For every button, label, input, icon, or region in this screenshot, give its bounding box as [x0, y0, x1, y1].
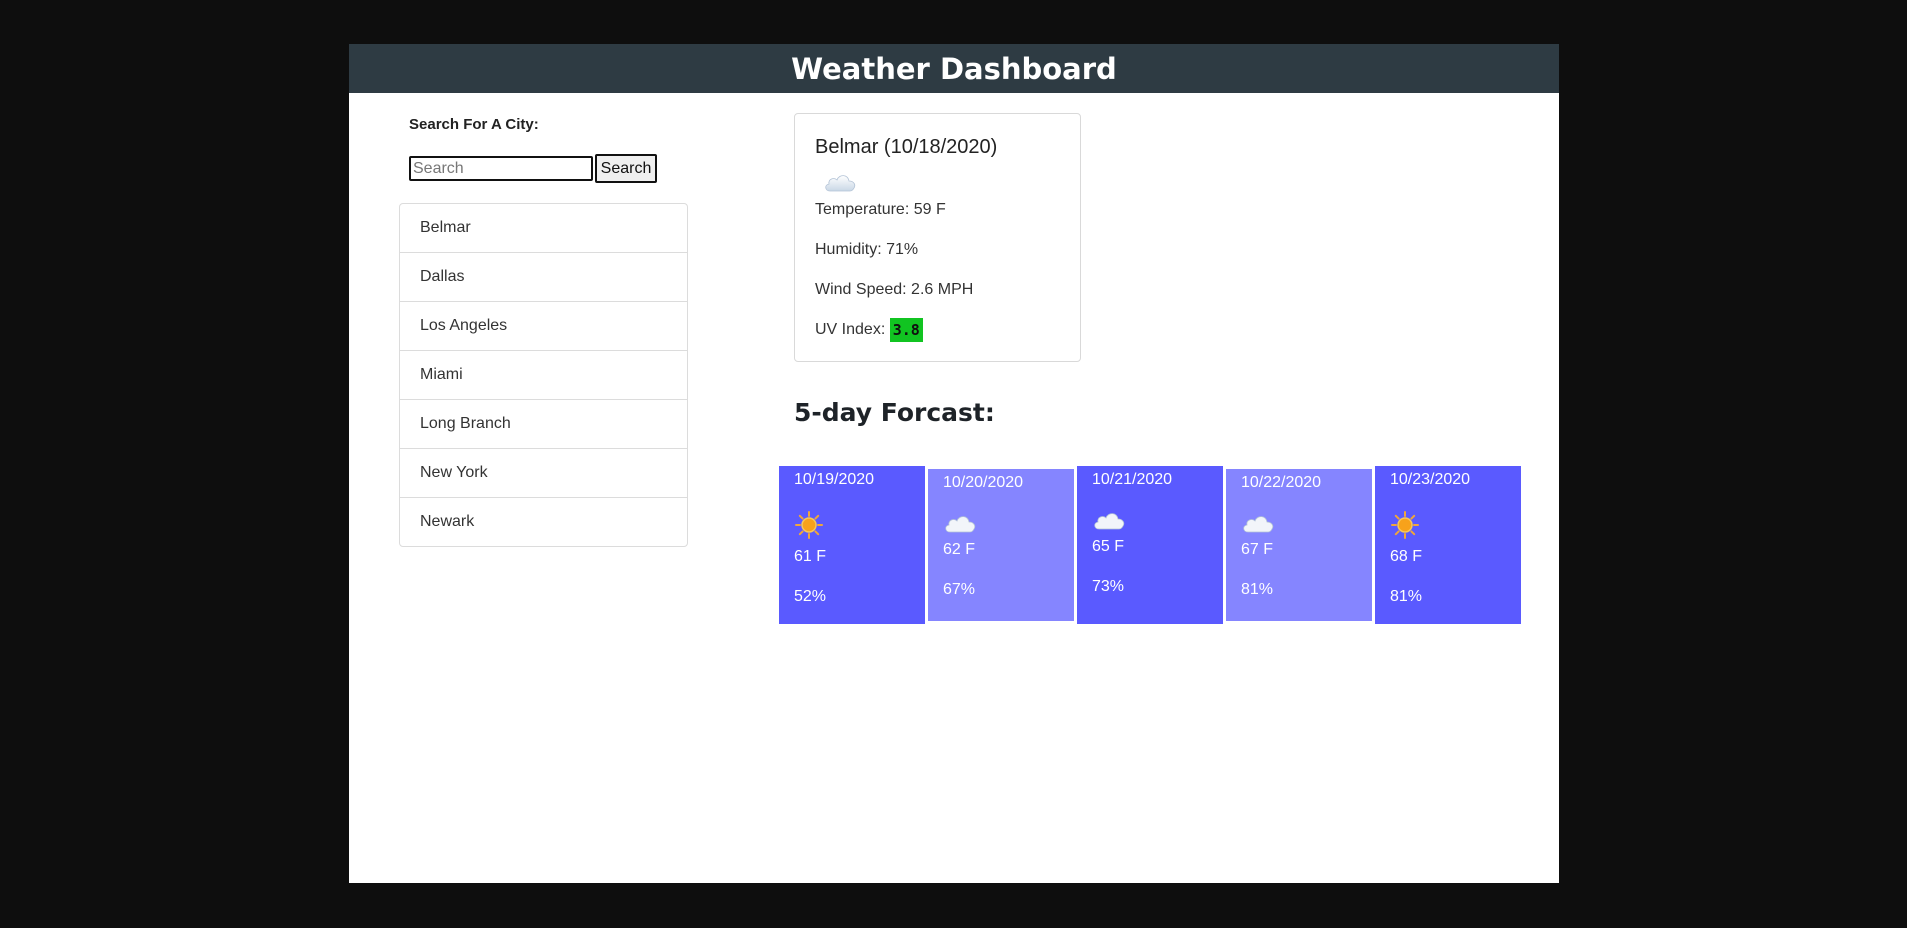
forecast-date: 10/21/2020	[1092, 471, 1173, 488]
forecast-temperature: 68 F	[1390, 548, 1423, 565]
forecast-date: 10/19/2020	[794, 471, 875, 488]
sun-icon	[794, 510, 824, 545]
forecast-humidity: 81%	[1390, 588, 1423, 605]
list-item[interactable]: Los Angeles	[400, 302, 687, 351]
page-header: Weather Dashboard	[349, 44, 1559, 93]
forecast-temperature: 61 F	[794, 548, 827, 565]
forecast-card: 10/23/2020 68 F 81%	[1375, 466, 1521, 624]
list-item[interactable]: Miami	[400, 351, 687, 400]
list-item[interactable]: Dallas	[400, 253, 687, 302]
list-item[interactable]: Belmar	[400, 204, 687, 253]
cloud-icon	[1241, 511, 1275, 540]
uv-index-label: UV Index:	[815, 321, 886, 339]
forecast-card: 10/22/2020 67 F 81%	[1226, 469, 1372, 621]
search-label: Search For A City:	[409, 116, 539, 133]
forecast-date: 10/23/2020	[1390, 471, 1471, 488]
cloud-icon	[823, 170, 857, 199]
sun-icon	[1390, 510, 1420, 545]
current-weather-card: Belmar (10/18/2020) Temperature: 59 F Hu…	[794, 113, 1081, 362]
city-history-list: Belmar Dallas Los Angeles Miami Long Bra…	[399, 203, 688, 547]
forecast-humidity: 73%	[1092, 578, 1125, 595]
forecast-temperature: 67 F	[1241, 541, 1274, 558]
list-item[interactable]: Newark	[400, 498, 687, 546]
forecast-temperature: 62 F	[943, 541, 976, 558]
forecast-title: 5-day Forcast:	[794, 398, 995, 427]
forecast-card: 10/19/2020 61 F 52%	[779, 466, 925, 624]
uv-index-badge: 3.8	[889, 318, 923, 342]
cloud-icon	[943, 511, 977, 540]
forecast-humidity: 81%	[1241, 581, 1274, 598]
page-title: Weather Dashboard	[791, 51, 1117, 86]
forecast-card: 10/20/2020 62 F 67%	[928, 469, 1074, 621]
forecast-card: 10/21/2020 65 F 73%	[1077, 466, 1223, 624]
current-city-title: Belmar (10/18/2020)	[815, 136, 998, 158]
forecast-date: 10/22/2020	[1241, 474, 1322, 491]
forecast-date: 10/20/2020	[943, 474, 1024, 491]
cloud-icon	[1092, 508, 1126, 537]
current-temperature: Temperature: 59 F	[815, 201, 946, 218]
dashboard-page: Weather Dashboard Search For A City: Sea…	[349, 44, 1559, 883]
current-uv-index: UV Index: 3.8	[815, 318, 923, 342]
search-button[interactable]: Search	[595, 154, 657, 183]
forecast-humidity: 52%	[794, 588, 827, 605]
search-input[interactable]	[409, 156, 593, 181]
forecast-temperature: 65 F	[1092, 538, 1125, 555]
list-item[interactable]: Long Branch	[400, 400, 687, 449]
current-wind-speed: Wind Speed: 2.6 MPH	[815, 281, 974, 298]
forecast-humidity: 67%	[943, 581, 976, 598]
list-item[interactable]: New York	[400, 449, 687, 498]
current-humidity: Humidity: 71%	[815, 241, 919, 258]
